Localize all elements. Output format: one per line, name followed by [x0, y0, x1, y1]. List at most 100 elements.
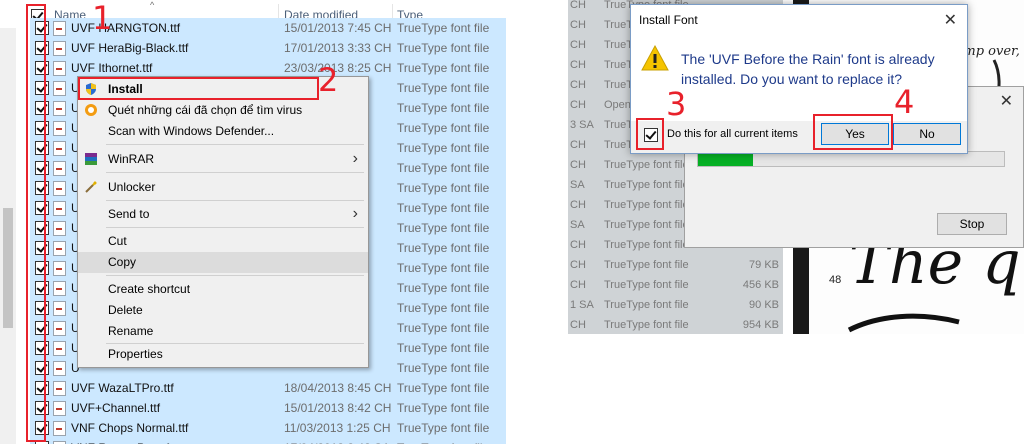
menu-item-label: Cut — [108, 234, 127, 248]
file-type: TrueType font file — [397, 381, 490, 395]
file-row[interactable]: VNF RomeoPro.ttf17/04/2013 8:48 SATrueTy… — [30, 438, 506, 444]
font-file-icon — [53, 121, 66, 136]
file-type: TrueType font file — [397, 361, 490, 375]
annotation-box-checkboxes — [26, 4, 46, 442]
menu-item-rename[interactable]: Rename — [78, 321, 368, 342]
bg-file-date: SA — [570, 179, 585, 191]
file-type: TrueType font file — [397, 281, 490, 295]
menu-item-winrar[interactable]: WinRAR › — [78, 149, 368, 170]
file-row[interactable]: UVF WazaLTPro.ttf 18/04/2013 8:45 CH TrueT… — [30, 378, 506, 398]
font-file-icon — [53, 81, 66, 96]
no-button[interactable]: No — [893, 123, 961, 145]
close-icon[interactable]: ✕ — [944, 10, 957, 30]
bg-file-type: TrueType font file — [604, 279, 689, 291]
menu-item-label: Rename — [108, 324, 154, 338]
annotation-box-apply-all — [636, 118, 664, 150]
file-name: VNF Chops Normal.ttf — [71, 421, 189, 435]
file-type: TrueType font file — [397, 101, 490, 115]
bg-file-date: CH — [570, 319, 586, 331]
file-type: TrueType font file — [397, 161, 490, 175]
menu-item-label: Unlocker — [108, 180, 156, 194]
explorer-window: Name ^ Date modified Type UVF HARNGTON.t… — [0, 0, 506, 444]
font-install-area: CH TrueType font file CH TrueType font file… — [568, 0, 1024, 444]
font-file-icon — [53, 301, 66, 316]
unlocker-icon — [84, 180, 98, 194]
bg-file-date: CH — [570, 59, 586, 71]
bg-file-type: TrueType font file — [604, 299, 689, 311]
bg-file-date: CH — [570, 199, 586, 211]
bg-file-date: CH — [570, 99, 586, 111]
bg-file-date: CH — [570, 239, 586, 251]
file-type: TrueType font file — [397, 81, 490, 95]
bg-file-type: TrueType font file — [604, 159, 689, 171]
menu-item-label: Scan with Windows Defender... — [108, 124, 275, 138]
menu-item-scan-virus[interactable]: Quét những cái đã chọn để tìm virus — [78, 100, 368, 121]
bg-file-date: CH — [570, 279, 586, 291]
progress-bar-fill — [698, 152, 754, 166]
font-file-icon — [53, 281, 66, 296]
file-type: TrueType font file — [397, 201, 490, 215]
annotation-box-yes — [813, 114, 893, 150]
vertical-scrollbar[interactable] — [0, 28, 16, 444]
close-icon[interactable]: ✕ — [1000, 91, 1013, 111]
font-file-icon — [53, 21, 66, 36]
file-type: TrueType font file — [397, 121, 490, 135]
apply-all-label: Do this for all current items — [667, 128, 798, 140]
menu-item-label: Quét những cái đã chọn để tìm virus — [108, 103, 303, 117]
font-file-icon — [53, 421, 66, 436]
bg-file-size: 456 KB — [742, 279, 779, 291]
warning-icon — [641, 44, 669, 74]
file-date: 17/01/2013 3:33 CH — [284, 41, 392, 55]
file-date: 15/01/2013 8:42 CH — [284, 401, 392, 415]
file-type: TrueType font file — [397, 241, 490, 255]
annotation-step-4: 4 — [894, 83, 915, 121]
file-type: TrueType font file — [397, 321, 490, 335]
menu-item-create-shortcut[interactable]: Create shortcut — [78, 279, 368, 300]
annotation-box-install — [78, 77, 319, 100]
font-file-icon — [53, 41, 66, 56]
file-type: TrueType font file — [397, 301, 490, 315]
menu-item-scan-defender[interactable]: Scan with Windows Defender... — [78, 121, 368, 142]
bg-file-type: TrueType font file — [604, 319, 689, 331]
file-type: TrueType font file — [397, 141, 490, 155]
font-file-icon — [53, 341, 66, 356]
font-file-icon — [53, 261, 66, 276]
font-file-icon — [53, 201, 66, 216]
bg-file-type: TrueType font file — [604, 179, 689, 191]
menu-item-label: WinRAR — [108, 152, 155, 166]
file-row[interactable]: UVF Ithornet.ttf 23/03/2013 8:25 CH TrueTy… — [30, 58, 506, 78]
antivirus-icon — [84, 103, 98, 117]
chevron-right-icon: › — [352, 150, 358, 167]
bg-file-date: CH — [570, 19, 586, 31]
background-file-row: CH TrueType font file 79 KB — [568, 256, 783, 276]
menu-item-delete[interactable]: Delete — [78, 300, 368, 321]
dialog-titlebar: Install Font ✕ — [631, 5, 967, 35]
menu-item-cut[interactable]: Cut — [78, 231, 368, 252]
file-type: TrueType font file — [397, 61, 490, 75]
dialog-title: Install Font — [639, 13, 698, 27]
menu-item-label: Send to — [108, 207, 150, 221]
stop-button[interactable]: Stop — [937, 213, 1007, 235]
file-type: TrueType font file — [397, 421, 490, 435]
file-type: TrueType font file — [397, 181, 490, 195]
file-type: TrueType font file — [397, 221, 490, 235]
file-row[interactable]: UVF HeraBig-Black.ttf 17/01/2013 3:33 CH T… — [30, 38, 506, 58]
font-file-icon — [53, 161, 66, 176]
menu-item-send-to[interactable]: Send to › — [78, 204, 368, 225]
dialog-message: The 'UVF Before the Rain' font is alread… — [681, 51, 935, 87]
menu-item-properties[interactable]: Properties — [78, 344, 368, 365]
background-file-row: 1 SA TrueType font file 90 KB — [568, 296, 783, 316]
bg-file-type: TrueType font file — [604, 259, 689, 271]
menu-item-label: Properties — [108, 347, 163, 361]
bg-file-date: CH — [570, 259, 586, 271]
font-file-icon — [53, 61, 66, 76]
menu-item-unlocker[interactable]: Unlocker — [78, 177, 368, 198]
menu-item-label: Delete — [108, 303, 143, 317]
file-name: UVF HARNGTON.ttf — [71, 21, 181, 35]
bg-file-type: TrueType font file — [604, 199, 689, 211]
file-row[interactable]: UVF+Channel.ttf 15/01/2013 8:42 CH TrueTyp… — [30, 398, 506, 418]
font-file-icon — [53, 321, 66, 336]
file-row[interactable]: VNF Chops Normal.ttf 11/03/2013 1:25 CH Tr… — [30, 418, 506, 438]
menu-item-copy[interactable]: Copy — [78, 252, 368, 273]
bg-file-size: 90 KB — [749, 299, 779, 311]
